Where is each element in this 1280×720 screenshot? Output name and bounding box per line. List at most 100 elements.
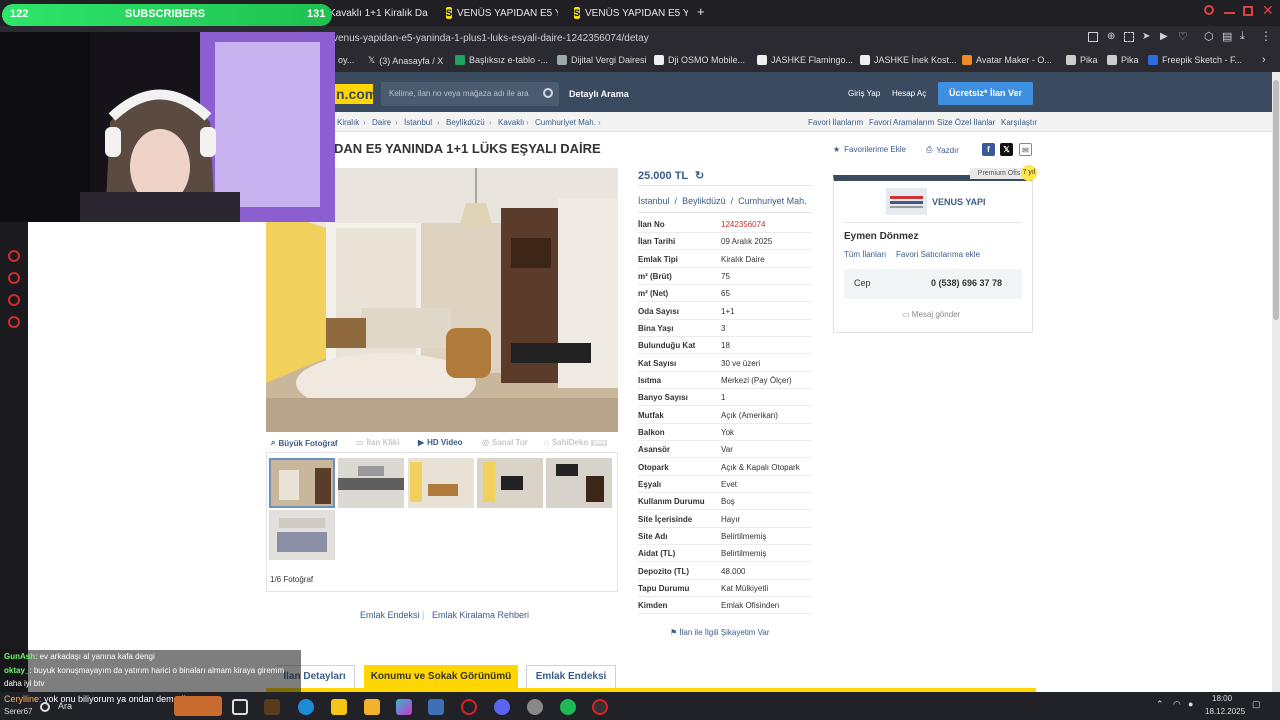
large-photo-button[interactable]: ⌕ Büyük Fotoğraf: [271, 438, 338, 448]
search-input[interactable]: Kelime, ilan no veya mağaza adı ile ara: [381, 82, 559, 106]
tab-location-street-view[interactable]: Konumu ve Sokak Görünümü: [364, 665, 518, 689]
chevron-up-icon[interactable]: ⌃: [1156, 699, 1164, 710]
phone-number[interactable]: 0 (538) 696 37 78: [931, 278, 1002, 288]
app-icon[interactable]: [428, 699, 444, 715]
breadcrumb-item[interactable]: İstanbul: [404, 118, 432, 127]
bookmark[interactable]: Avatar Maker - O...: [962, 55, 1052, 65]
store-icon[interactable]: [331, 699, 347, 715]
favorite-listings-link[interactable]: Favori İlanlarım: [808, 118, 863, 127]
search-icon[interactable]: [40, 702, 50, 712]
close-icon[interactable]: ✕: [1262, 2, 1274, 19]
listing-clip-button[interactable]: ▭ İlan Kliki: [356, 438, 399, 447]
search-tabs-icon[interactable]: [1204, 5, 1214, 15]
extensions-icon[interactable]: ⬡: [1204, 30, 1214, 43]
special-listings-link[interactable]: Size Özel İlanlar: [937, 118, 995, 127]
clock-time[interactable]: 18:00: [1212, 694, 1232, 703]
notification-icon[interactable]: ▢: [1252, 699, 1261, 710]
site-logo[interactable]: n.com: [333, 84, 377, 104]
browser-tab[interactable]: S Kavaklı 1+1 Kiralık Daire F: [318, 3, 428, 23]
location-city[interactable]: İstanbul: [638, 196, 670, 206]
photo-thumbnail[interactable]: [546, 458, 612, 508]
bookmark[interactable]: Başlıksız e-tablo -...: [455, 55, 548, 65]
network-icon[interactable]: ◠: [1173, 699, 1181, 710]
copilot-icon[interactable]: [396, 699, 412, 715]
favorite-searches-link[interactable]: Favori Aramalarım: [869, 118, 934, 127]
post-ad-button[interactable]: Ücretsiz* İlan Ver: [938, 82, 1033, 105]
stream-tool-icon[interactable]: [8, 250, 20, 262]
widget-thumbnail[interactable]: [174, 696, 222, 716]
compare-link[interactable]: Karşılaştır: [1001, 118, 1037, 127]
breadcrumb-item[interactable]: Kiralık: [337, 118, 359, 127]
location-district[interactable]: Beylikdüzü: [682, 196, 726, 206]
screenshot-icon[interactable]: [1124, 32, 1134, 42]
file-explorer-icon[interactable]: [364, 699, 380, 715]
pin-icon[interactable]: ⊕: [1107, 31, 1115, 42]
scrollbar-thumb[interactable]: [1273, 80, 1279, 320]
bookmark[interactable]: JASHKE İnek Kost...: [860, 55, 957, 65]
photo-thumbnail[interactable]: [408, 458, 474, 508]
all-ads-link[interactable]: Tüm İlanları: [844, 250, 886, 259]
office-name[interactable]: VENUS YAPI: [932, 197, 986, 207]
reader-icon[interactable]: [1088, 32, 1098, 42]
favorite-seller-link[interactable]: Favori Satıcılarıma ekle: [896, 250, 980, 259]
sidebar-icon[interactable]: ▤: [1222, 30, 1232, 43]
report-listing-link[interactable]: ⚑ İlan ile İlgili Şikayetim Var: [670, 628, 770, 637]
browser-tab-active[interactable]: S VENÜS YAPIDAN E5 YANI: [574, 3, 688, 23]
minimize-icon[interactable]: [1224, 12, 1235, 14]
taskbar-search[interactable]: Ara: [58, 701, 72, 711]
real-estate-index-link[interactable]: Emlak Endeksi: [360, 610, 420, 620]
photo-thumbnail[interactable]: [338, 458, 404, 508]
facebook-share-icon[interactable]: f: [982, 143, 995, 156]
stream-tool-icon[interactable]: [8, 294, 20, 306]
discord-icon[interactable]: [494, 699, 510, 715]
photo-thumbnail[interactable]: [477, 458, 543, 508]
send-message-link[interactable]: ▭ Mesaj gönder: [902, 310, 960, 319]
photo-thumbnail[interactable]: [269, 510, 335, 560]
maximize-icon[interactable]: [1243, 6, 1253, 16]
register-link[interactable]: Hesap Aç: [892, 89, 926, 98]
sahideko-button[interactable]: ⌂ SahiDeko yeni: [544, 438, 608, 447]
virtual-tour-button[interactable]: ◎ Sanal Tur: [482, 438, 528, 447]
opera-icon[interactable]: [461, 699, 477, 715]
photo-thumbnail[interactable]: [269, 458, 335, 508]
bookmark[interactable]: Pika: [1107, 55, 1139, 65]
detailed-search-link[interactable]: Detaylı Arama: [569, 89, 629, 99]
bookmark[interactable]: Dji OSMO Mobile...: [654, 55, 745, 65]
heart-icon[interactable]: ♡: [1178, 30, 1188, 43]
more-bookmarks-icon[interactable]: ›: [1262, 54, 1266, 66]
breadcrumb-item[interactable]: Daire: [372, 118, 391, 127]
add-favorite-button[interactable]: ★ Favorilerime Ekle: [833, 145, 906, 154]
login-link[interactable]: Giriş Yap: [848, 89, 880, 98]
task-view-icon[interactable]: [232, 699, 248, 715]
breadcrumb-item[interactable]: Beylikdüzü: [446, 118, 485, 127]
browser-tab[interactable]: S VENÜS YAPIDAN E5 YANI: [446, 3, 558, 23]
hd-video-button[interactable]: ▶ HD Video: [418, 438, 463, 447]
app-icon[interactable]: [527, 699, 543, 715]
email-share-icon[interactable]: ✉: [1019, 143, 1032, 156]
menu-icon[interactable]: ⋮: [1260, 29, 1272, 43]
edge-icon[interactable]: [298, 699, 314, 715]
bookmark[interactable]: Dijital Vergi Dairesi: [557, 55, 647, 65]
office-logo[interactable]: [886, 188, 927, 215]
settings-icon[interactable]: [8, 316, 20, 328]
download-icon[interactable]: ⤓: [1240, 30, 1245, 43]
breadcrumb-item[interactable]: Cumhuriyet Mah.: [535, 118, 596, 127]
play-icon[interactable]: ▶: [1160, 31, 1168, 42]
bookmark[interactable]: Pika: [1066, 55, 1098, 65]
app-icon[interactable]: [264, 699, 280, 715]
print-button[interactable]: ⎙ Yazdır: [926, 145, 959, 155]
new-tab-icon[interactable]: +: [697, 4, 705, 19]
x-share-icon[interactable]: 𝕏: [1000, 143, 1013, 156]
search-icon[interactable]: [543, 88, 553, 98]
location-neighborhood[interactable]: Cumhuriyet Mah.: [738, 196, 807, 206]
mic-icon[interactable]: ●: [1188, 699, 1193, 709]
rental-guide-link[interactable]: Emlak Kiralama Rehberi: [432, 610, 529, 620]
breadcrumb-item[interactable]: Kavaklı: [498, 118, 524, 127]
price-history-icon[interactable]: ↻: [695, 170, 704, 182]
clock-icon[interactable]: [8, 272, 20, 284]
obs-icon[interactable]: [592, 699, 608, 715]
bookmark[interactable]: 𝕏 (3) Anasayfa / X: [368, 55, 443, 66]
spotify-icon[interactable]: [560, 699, 576, 715]
bookmark[interactable]: JASHKE Flamingo...: [757, 55, 853, 65]
send-icon[interactable]: ➤: [1142, 31, 1150, 42]
